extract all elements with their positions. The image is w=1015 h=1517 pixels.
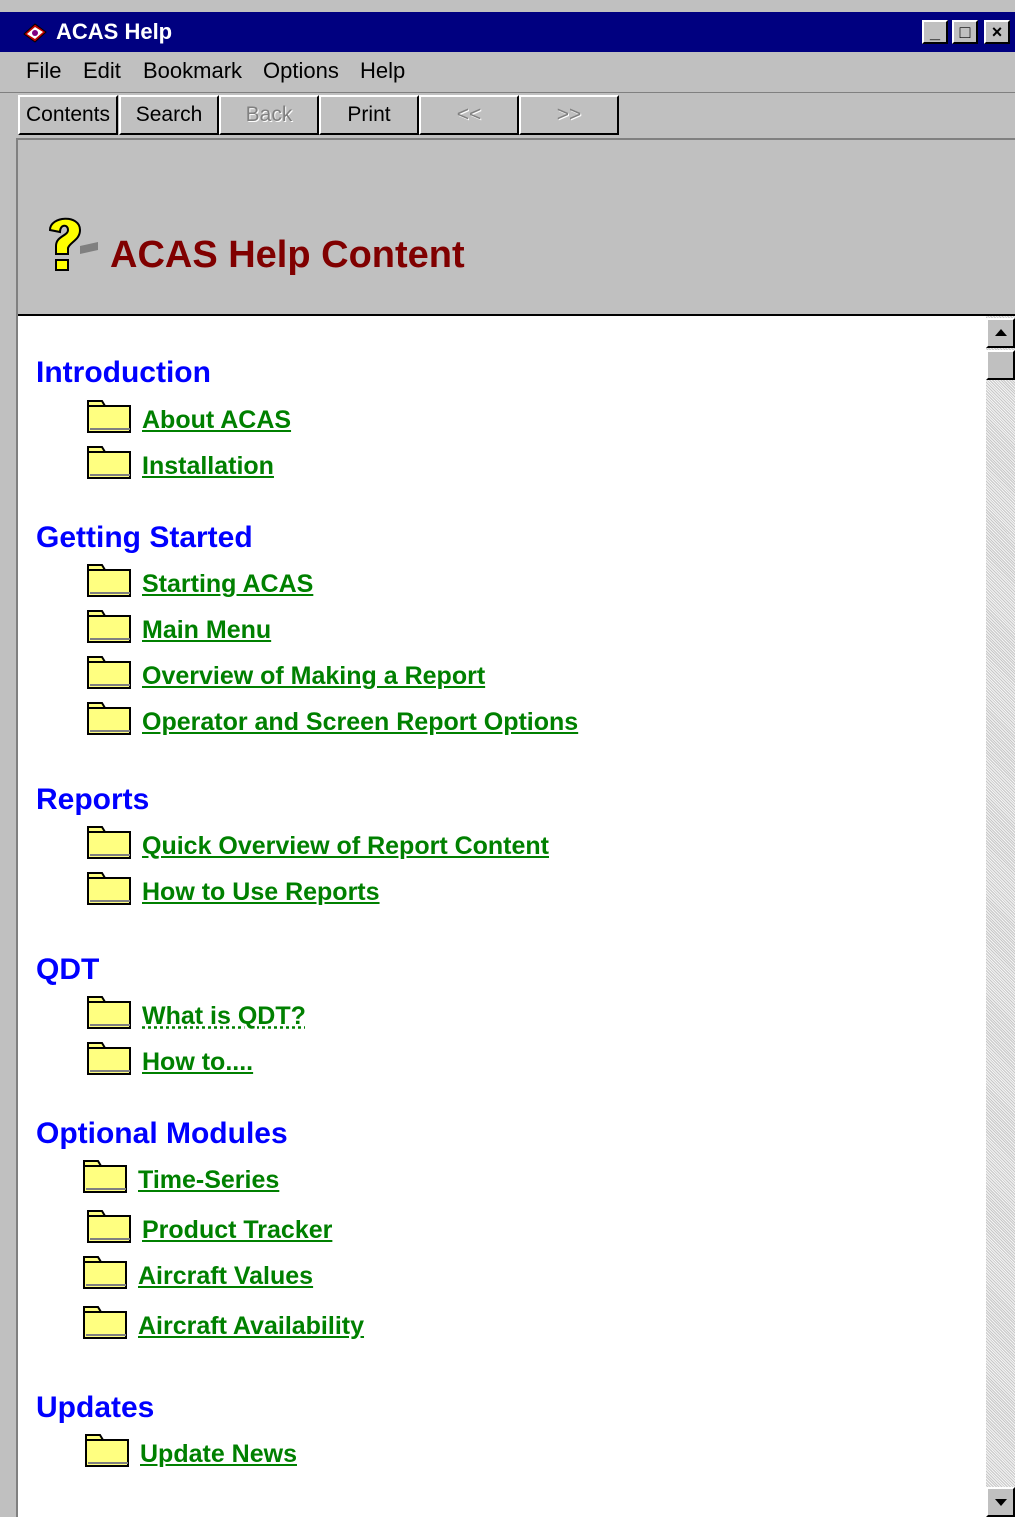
page-title: ACAS Help Content <box>110 234 465 276</box>
section-heading: QDT <box>36 953 100 986</box>
menu-bar: File Edit Bookmark Options Help <box>0 52 1015 90</box>
topic-link[interactable]: How to Use Reports <box>142 878 380 907</box>
topic-link[interactable]: Overview of Making a Report <box>142 662 485 691</box>
print-button[interactable]: Print <box>319 95 419 135</box>
next-topic-button[interactable]: >> <box>519 95 619 135</box>
folder-icon <box>87 702 131 735</box>
arrow-down-icon <box>995 1499 1007 1506</box>
topic-link[interactable]: Update News <box>140 1440 297 1469</box>
folder-icon <box>83 1256 127 1289</box>
help-window: ACAS Help _ □ × File Edit Bookmark Optio… <box>0 0 1015 1517</box>
contents-button[interactable]: Contents <box>18 95 118 135</box>
topic-link[interactable]: Time-Series <box>138 1166 279 1195</box>
topics-pane[interactable]: Introduction About ACAS Installation Gettin… <box>18 316 986 1517</box>
window-title: ACAS Help <box>56 19 173 44</box>
menu-file[interactable]: File <box>26 58 61 84</box>
section-heading: Reports <box>36 783 150 816</box>
folder-icon <box>83 1306 127 1339</box>
topic-link[interactable]: About ACAS <box>142 406 291 435</box>
question-mark-icon <box>48 217 98 271</box>
menu-bookmark[interactable]: Bookmark <box>143 58 242 84</box>
topic-link[interactable]: Quick Overview of Report Content <box>142 832 549 861</box>
topic-link[interactable]: Aircraft Availability <box>138 1312 364 1341</box>
topic-link[interactable]: Operator and Screen Report Options <box>142 708 578 737</box>
title-bar[interactable]: ACAS Help _ □ × <box>0 12 1015 52</box>
folder-icon <box>87 872 131 905</box>
topic-link[interactable]: Main Menu <box>142 616 271 645</box>
menu-help[interactable]: Help <box>360 58 405 84</box>
section-heading: Getting Started <box>36 521 253 554</box>
content-header: ACAS Help Content <box>18 138 1015 316</box>
folder-icon <box>87 446 131 479</box>
topic-link[interactable]: Aircraft Values <box>138 1262 313 1291</box>
topic-link[interactable]: Starting ACAS <box>142 570 313 599</box>
topic-link[interactable]: Installation <box>142 452 274 481</box>
search-button[interactable]: Search <box>119 95 219 135</box>
folder-icon <box>87 1210 131 1243</box>
menu-edit[interactable]: Edit <box>83 58 121 84</box>
section-heading: Introduction <box>36 356 211 389</box>
folder-icon <box>87 1042 131 1075</box>
maximize-button[interactable]: □ <box>952 20 978 44</box>
close-button[interactable]: × <box>984 20 1010 44</box>
scroll-thumb[interactable] <box>986 350 1015 380</box>
menu-options[interactable]: Options <box>263 58 339 84</box>
previous-topic-button[interactable]: << <box>419 95 519 135</box>
topic-link[interactable]: Product Tracker <box>142 1216 332 1245</box>
folder-icon <box>87 996 131 1029</box>
folder-icon <box>87 610 131 643</box>
section-heading: Updates <box>36 1391 155 1424</box>
folder-icon <box>85 1434 129 1467</box>
scroll-down-button[interactable] <box>986 1487 1015 1517</box>
minimize-button[interactable]: _ <box>922 20 948 44</box>
toolbar: Contents Search Back Print << >> <box>0 92 1015 139</box>
folder-icon <box>87 400 131 433</box>
folder-icon <box>83 1160 127 1193</box>
folder-icon <box>87 826 131 859</box>
topic-link[interactable]: What is QDT? <box>142 1002 306 1031</box>
back-button[interactable]: Back <box>219 95 319 135</box>
topic-link[interactable]: How to.... <box>142 1048 253 1077</box>
folder-icon <box>87 656 131 689</box>
vertical-scrollbar[interactable] <box>986 316 1015 1517</box>
scroll-up-button[interactable] <box>986 318 1015 348</box>
folder-icon <box>87 564 131 597</box>
help-book-icon <box>23 23 47 43</box>
arrow-up-icon <box>995 329 1007 336</box>
section-heading: Optional Modules <box>36 1117 288 1150</box>
